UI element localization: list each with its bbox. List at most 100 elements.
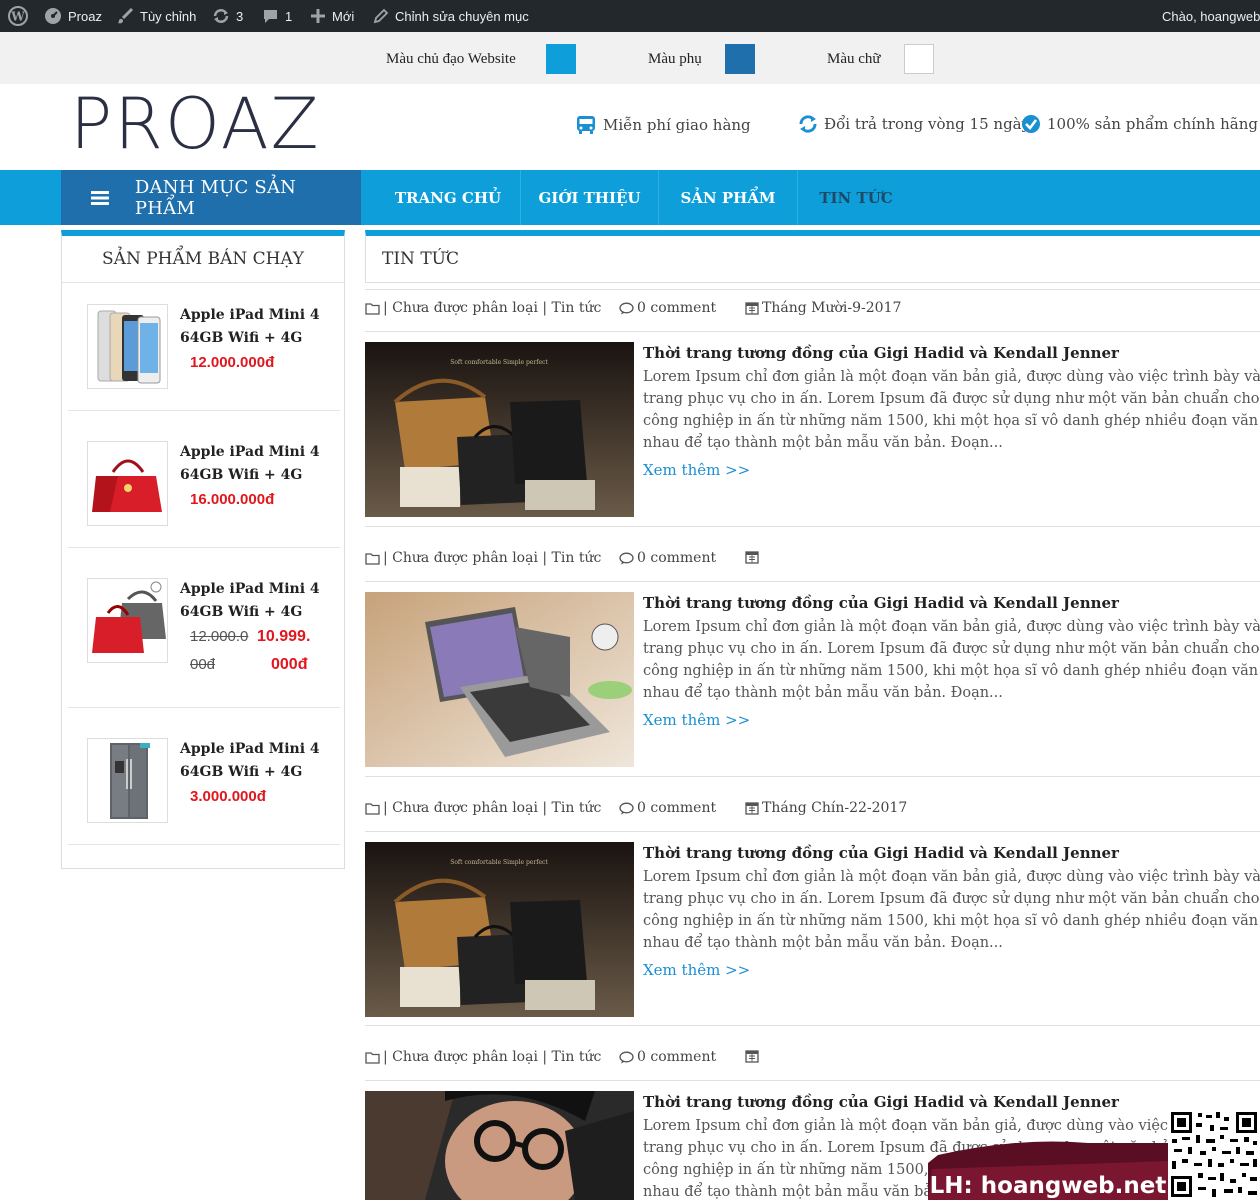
product-name[interactable]: Apple iPad Mini 4 64GB Wifi + 4G — [180, 441, 320, 487]
new-content-label: Mới — [332, 8, 355, 24]
greeting-label: Chào, hoangweb — [1162, 8, 1260, 24]
post-excerpt: Lorem Ipsum chỉ đơn giản là một đoạn văn… — [643, 369, 1260, 451]
updates-link[interactable]: 3 — [212, 0, 243, 32]
svg-text:W: W — [10, 10, 25, 24]
read-more-link[interactable]: Xem thêm >> — [643, 961, 750, 979]
post-date: Tháng Mười-9-2017 — [745, 300, 901, 316]
product-item[interactable]: Apple iPad Mini 4 64GB Wifi + 4G 3.000.00… — [68, 708, 340, 845]
post-date — [745, 1049, 762, 1063]
main-color-label: Màu chủ đạo Website — [386, 51, 516, 67]
sub-color-swatch[interactable] — [725, 44, 755, 74]
site-logo[interactable]: PROAZ — [70, 84, 321, 164]
post-item: | Chưa được phân loại | Tin tức 0 commen… — [365, 800, 1260, 1040]
site-name-label: Proaz — [68, 8, 102, 24]
post-category[interactable]: | Chưa được phân loại | Tin tức — [365, 800, 601, 816]
refresh-icon — [799, 115, 817, 133]
site-name-link[interactable]: Proaz — [44, 0, 102, 32]
post-comments[interactable]: 0 comment — [619, 550, 716, 566]
calendar-icon — [745, 1050, 759, 1063]
post-thumbnail[interactable]: Soft comfortable Simple perfect — [365, 342, 634, 517]
product-name[interactable]: Apple iPad Mini 4 64GB Wifi + 4G — [180, 738, 320, 784]
post-thumbnail[interactable] — [365, 1091, 634, 1200]
read-more-link[interactable]: Xem thêm >> — [643, 461, 750, 479]
post-comments[interactable]: 0 comment — [619, 300, 716, 316]
sub-color-label: Màu phụ — [648, 51, 702, 67]
post-item: | Chưa được phân loại | Tin tức 0 commen… — [365, 300, 1260, 540]
check-circle-icon — [1022, 115, 1040, 133]
post-category[interactable]: | Chưa được phân loại | Tin tức — [365, 300, 601, 316]
text-color-label: Màu chữ — [827, 51, 881, 67]
nav-about[interactable]: GIỚI THIỆU — [521, 170, 659, 225]
product-price: 3.000.000đ — [190, 788, 266, 805]
genuine-products-feature: 100% sản phẩm chính hãng — [1021, 114, 1258, 134]
edit-category-link[interactable]: Chỉnh sửa chuyên mục — [373, 0, 529, 32]
product-price: 12.000.000đ — [190, 354, 275, 371]
product-name[interactable]: Apple iPad Mini 4 64GB Wifi + 4G — [180, 304, 320, 350]
main-color-swatch[interactable] — [546, 44, 576, 74]
product-thumbnail[interactable] — [87, 578, 168, 663]
product-sale-price: 10.999. — [257, 628, 311, 645]
svg-text:Soft comfortable Simple perfec: Soft comfortable Simple perfect — [450, 859, 548, 866]
sidebar-title: SẢN PHẨM BÁN CHẠY — [62, 236, 344, 283]
post-category[interactable]: | Chưa được phân loại | Tin tức — [365, 550, 601, 566]
nav-news[interactable]: TIN TỨC — [798, 170, 914, 225]
free-shipping-text: Miễn phí giao hàng — [603, 116, 751, 134]
nav-home[interactable]: TRANG CHỦ — [376, 170, 521, 225]
product-old-price-cont: 00đ — [190, 656, 216, 673]
main-navigation: DANH MỤC SẢN PHẨM TRANG CHỦ GIỚI THIỆU S… — [0, 170, 1260, 225]
text-color-swatch[interactable] — [904, 44, 934, 74]
product-thumbnail[interactable] — [87, 441, 168, 526]
edit-category-label: Chỉnh sửa chuyên mục — [395, 8, 529, 24]
read-more-link[interactable]: Xem thêm >> — [643, 711, 750, 729]
hamburger-icon — [91, 190, 109, 205]
comment-icon — [619, 1051, 634, 1063]
folder-icon — [365, 1051, 380, 1064]
divider — [365, 581, 1260, 582]
post-date: Tháng Chín-22-2017 — [745, 800, 907, 816]
comment-icon — [619, 302, 634, 314]
product-thumbnail[interactable] — [87, 304, 168, 389]
svg-text:Soft comfortable Simple perfec: Soft comfortable Simple perfect — [450, 359, 548, 366]
customize-link[interactable]: Tùy chỉnh — [116, 0, 196, 32]
account-greeting[interactable]: Chào, hoangweb — [1162, 0, 1260, 32]
comments-count: 1 — [285, 8, 293, 24]
product-old-price: 12.000.0 — [190, 628, 249, 645]
post-comments[interactable]: 0 comment — [619, 1049, 716, 1065]
post-title[interactable]: Thời trang tương đồng của Gigi Hadid và … — [643, 594, 1119, 612]
post-category[interactable]: | Chưa được phân loại | Tin tức — [365, 1049, 601, 1065]
product-name[interactable]: Apple iPad Mini 4 64GB Wifi + 4G — [180, 578, 320, 624]
product-thumbnail[interactable] — [87, 738, 168, 823]
comment-icon — [619, 552, 634, 564]
calendar-icon — [745, 302, 759, 315]
refresh-icon — [213, 9, 229, 23]
news-header: TIN TỨC — [365, 230, 1260, 283]
comment-icon — [619, 802, 634, 814]
post-excerpt: Lorem Ipsum chỉ đơn giản là một đoạn văn… — [643, 869, 1260, 951]
product-category-button[interactable]: DANH MỤC SẢN PHẨM — [61, 170, 361, 225]
wordpress-logo-icon[interactable]: W — [8, 0, 28, 32]
comments-link[interactable]: 1 — [262, 0, 292, 32]
customize-label: Tùy chỉnh — [140, 8, 197, 24]
calendar-icon — [745, 802, 759, 815]
divider — [365, 526, 1260, 527]
post-item: | Chưa được phân loại | Tin tức 0 commen… — [365, 550, 1260, 790]
post-thumbnail[interactable]: Soft comfortable Simple perfect — [365, 842, 634, 1017]
divider — [365, 831, 1260, 832]
bus-icon — [577, 116, 595, 134]
post-comments[interactable]: 0 comment — [619, 800, 716, 816]
divider — [365, 1080, 1260, 1081]
post-date — [745, 550, 762, 564]
best-sellers-sidebar: SẢN PHẨM BÁN CHẠY Apple iPad Mini 4 64GB … — [61, 230, 345, 869]
product-item[interactable]: Apple iPad Mini 4 64GB Wifi + 4G 12.000.0… — [68, 548, 340, 708]
product-item[interactable]: Apple iPad Mini 4 64GB Wifi + 4G 12.000.0… — [68, 284, 340, 411]
dashboard-icon — [45, 8, 61, 24]
genuine-products-text: 100% sản phẩm chính hãng — [1047, 115, 1258, 133]
new-content-link[interactable]: Mới — [310, 0, 354, 32]
post-title[interactable]: Thời trang tương đồng của Gigi Hadid và … — [643, 344, 1119, 362]
product-item[interactable]: Apple iPad Mini 4 64GB Wifi + 4G 16.000.0… — [68, 411, 340, 548]
post-title[interactable]: Thời trang tương đồng của Gigi Hadid và … — [643, 844, 1119, 862]
post-thumbnail[interactable] — [365, 592, 634, 767]
news-title: TIN TỨC — [382, 249, 460, 269]
product-category-label: DANH MỤC SẢN PHẨM — [134, 176, 297, 219]
nav-products[interactable]: SẢN PHẨM — [659, 170, 798, 225]
